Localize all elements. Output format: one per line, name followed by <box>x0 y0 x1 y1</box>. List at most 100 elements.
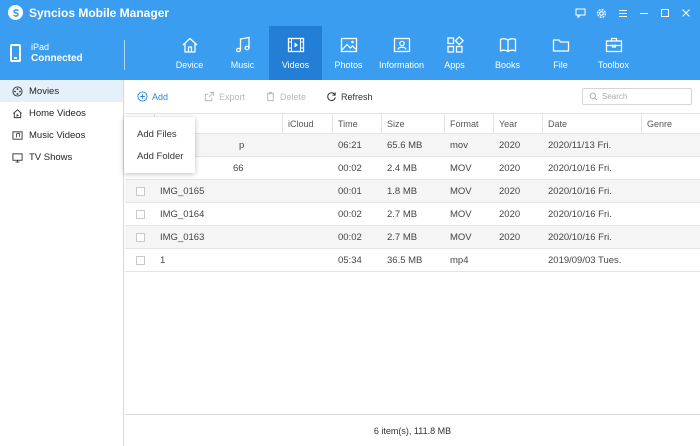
column-header-format[interactable]: Format <box>445 114 494 133</box>
top-bar: Syncios Mobile Manager iPad Connected De… <box>0 0 700 80</box>
tab-information[interactable]: Information <box>375 26 428 80</box>
app-logo-icon <box>8 5 23 20</box>
cell-name: IMG_0165 <box>160 185 205 197</box>
app-title: Syncios Mobile Manager <box>29 6 170 20</box>
cell-year <box>494 249 543 271</box>
cell-time: 05:34 <box>338 254 362 266</box>
search-placeholder: Search <box>602 92 628 101</box>
column-header-date[interactable]: Date <box>543 114 642 133</box>
column-header-size[interactable]: Size <box>382 114 445 133</box>
search-input[interactable]: Search <box>582 88 692 105</box>
trash-icon <box>266 91 275 102</box>
refresh-button[interactable]: Refresh <box>326 91 373 102</box>
cell-name: IMG_0163 <box>160 231 205 243</box>
cell-year: 2020 <box>499 185 521 197</box>
tab-file[interactable]: File <box>534 26 587 80</box>
table-row[interactable]: IMG_0163 00:02 2.7 MB MOV 2020 2020/10/1… <box>125 226 700 249</box>
window-controls <box>570 5 696 21</box>
video-icon <box>287 37 304 53</box>
cell-icloud <box>283 134 333 156</box>
cell-format: MOV <box>450 185 472 197</box>
cell-date: 2020/10/16 Fri. <box>548 231 612 243</box>
cell-name: 1 <box>160 254 166 266</box>
videos-table: iCloud Time Size Format Year Date Genre … <box>125 113 700 272</box>
delete-button[interactable]: Delete <box>265 91 306 102</box>
refresh-icon <box>327 92 336 101</box>
cell-genre <box>642 249 700 271</box>
column-header-year[interactable]: Year <box>494 114 543 133</box>
menu-item-add-folder[interactable]: Add Folder <box>124 145 195 167</box>
cell-time: 00:01 <box>338 185 362 197</box>
column-header-icloud[interactable]: iCloud <box>283 114 333 133</box>
add-button[interactable]: Add <box>137 91 168 102</box>
divider <box>124 40 125 70</box>
row-checkbox[interactable] <box>135 209 145 219</box>
row-checkbox[interactable] <box>135 186 145 196</box>
cell-genre <box>642 226 700 248</box>
cell-time: 06:21 <box>338 139 362 151</box>
sidebar-item-music-videos[interactable]: Music Videos <box>0 124 123 146</box>
music-video-icon <box>12 130 23 140</box>
cell-year: 2020 <box>499 208 521 220</box>
table-header: iCloud Time Size Format Year Date Genre <box>125 113 700 134</box>
sidebar-item-label: Home Videos <box>29 107 86 119</box>
tab-videos[interactable]: Videos <box>269 26 322 80</box>
apps-icon <box>446 35 464 53</box>
toolbox-icon <box>605 37 622 53</box>
sidebar-item-label: TV Shows <box>29 151 73 163</box>
settings-gear-icon[interactable] <box>591 5 612 21</box>
cell-format: mov <box>450 139 468 151</box>
minimize-icon[interactable] <box>633 5 654 21</box>
device-status: Connected <box>31 53 83 64</box>
cell-format: mp4 <box>450 254 469 266</box>
menu-item-add-files[interactable]: Add Files <box>124 123 195 145</box>
music-icon <box>235 36 250 53</box>
tab-apps[interactable]: Apps <box>428 26 481 80</box>
table-row[interactable]: IMG_0165 00:01 1.8 MB MOV 2020 2020/10/1… <box>125 180 700 203</box>
main-nav: Device Music Videos Photos Information A… <box>163 26 640 80</box>
cell-genre <box>642 180 700 202</box>
tab-photos[interactable]: Photos <box>322 26 375 80</box>
add-icon <box>137 91 148 102</box>
device-panel[interactable]: iPad Connected <box>0 26 124 80</box>
cell-format: MOV <box>450 208 472 220</box>
cell-size: 1.8 MB <box>387 185 418 197</box>
row-checkbox[interactable] <box>135 232 145 242</box>
cell-format: MOV <box>450 231 472 243</box>
cell-time: 00:02 <box>338 162 362 174</box>
sidebar-item-tv-shows[interactable]: TV Shows <box>0 146 123 168</box>
toolbar: Add Export Delete Refresh Search <box>125 80 700 113</box>
tab-music[interactable]: Music <box>216 26 269 80</box>
sidebar-item-label: Music Videos <box>29 129 86 141</box>
tab-device[interactable]: Device <box>163 26 216 80</box>
cell-date: 2020/10/16 Fri. <box>548 208 612 220</box>
sidebar-item-movies[interactable]: Movies <box>0 80 123 102</box>
table-row[interactable]: 1 05:34 36.5 MB mp4 2019/09/03 Tues. <box>125 249 700 272</box>
tab-books[interactable]: Books <box>481 26 534 80</box>
cell-date: 2020/11/13 Fri. <box>548 139 612 151</box>
cell-date: 2020/10/16 Fri. <box>548 185 612 197</box>
cell-name: IMG_0164 <box>160 208 205 220</box>
close-icon[interactable] <box>675 5 696 21</box>
status-bar: 6 item(s), 111.8 MB <box>125 414 700 446</box>
cell-genre <box>642 203 700 225</box>
cell-date: 2019/09/03 Tues. <box>548 254 622 266</box>
maximize-icon[interactable] <box>654 5 675 21</box>
row-checkbox[interactable] <box>135 255 145 265</box>
menu-icon[interactable] <box>612 5 633 21</box>
table-row[interactable]: 66 00:02 2.4 MB MOV 2020 2020/10/16 Fri. <box>125 157 700 180</box>
sidebar-item-home-videos[interactable]: Home Videos <box>0 102 123 124</box>
cell-icloud <box>283 226 333 248</box>
cell-size: 2.7 MB <box>387 231 418 243</box>
column-header-genre[interactable]: Genre <box>642 114 700 133</box>
cell-time: 00:02 <box>338 208 362 220</box>
table-row[interactable]: IMG_0164 00:02 2.7 MB MOV 2020 2020/10/1… <box>125 203 700 226</box>
photo-icon <box>340 37 357 53</box>
column-header-time[interactable]: Time <box>333 114 382 133</box>
feedback-icon[interactable] <box>570 5 591 21</box>
table-row[interactable]: p 06:21 65.6 MB mov 2020 2020/11/13 Fri. <box>125 134 700 157</box>
tab-toolbox[interactable]: Toolbox <box>587 26 640 80</box>
cell-year: 2020 <box>499 139 521 151</box>
export-button[interactable]: Export <box>204 91 245 102</box>
sidebar: Movies Home Videos Music Videos TV Shows <box>0 80 124 446</box>
